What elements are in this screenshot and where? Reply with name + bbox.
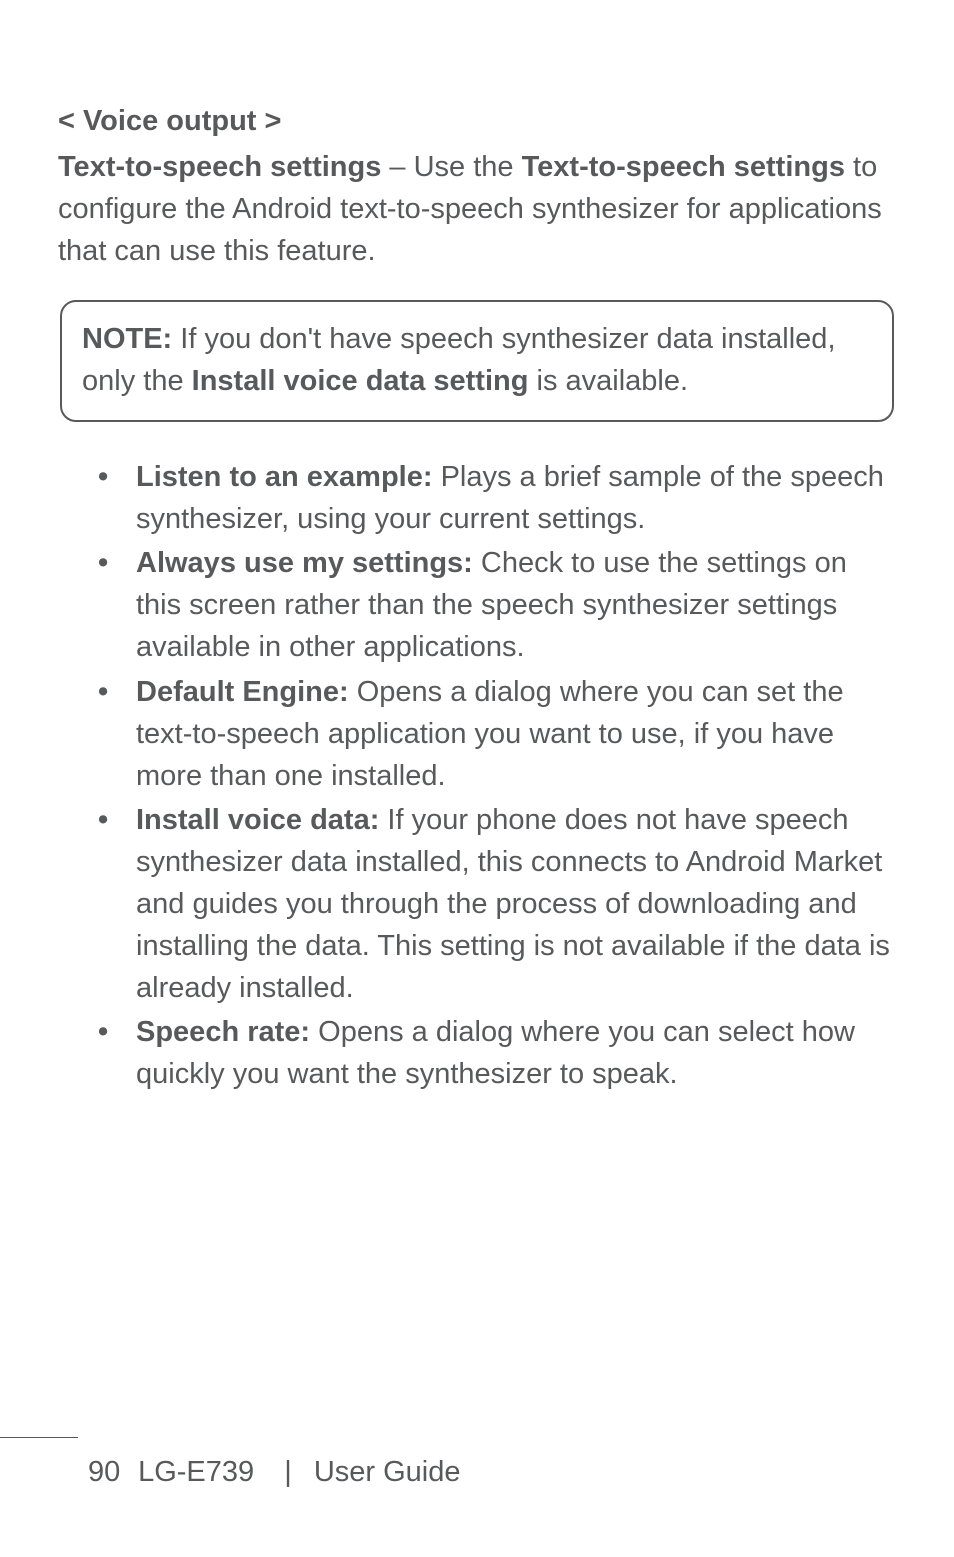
tts-settings-label-2: Text-to-speech settings	[522, 151, 845, 183]
footer-guide: User Guide	[314, 1456, 461, 1488]
footer-rule	[0, 1437, 78, 1439]
item-label: Install voice data:	[136, 804, 379, 836]
page-content: < Voice output > Text-to-speech settings…	[58, 100, 896, 1095]
list-item: Always use my settings: Check to use the…	[136, 542, 892, 668]
footer-separator: |	[262, 1451, 306, 1493]
item-label: Always use my settings:	[136, 547, 473, 579]
list-item: Listen to an example: Plays a brief samp…	[136, 456, 892, 540]
item-label: Listen to an example:	[136, 461, 433, 493]
note-bold: Install voice data setting	[192, 365, 529, 397]
tts-settings-label-1: Text-to-speech settings	[58, 151, 381, 183]
item-label: Speech rate:	[136, 1016, 310, 1048]
item-label: Default Engine:	[136, 676, 349, 708]
page-footer: 90 LG-E739 | User Guide	[0, 1451, 954, 1493]
note-label: NOTE:	[82, 323, 172, 355]
intro-text-1: – Use the	[381, 151, 521, 183]
page-number: 90	[88, 1451, 130, 1493]
note-text-2: is available.	[528, 365, 688, 397]
list-item: Speech rate: Opens a dialog where you ca…	[136, 1011, 892, 1095]
section-heading: < Voice output >	[58, 100, 896, 142]
footer-model: LG-E739	[138, 1456, 254, 1488]
intro-paragraph: Text-to-speech settings – Use the Text-t…	[58, 146, 896, 272]
list-item: Default Engine: Opens a dialog where you…	[136, 671, 892, 797]
note-box: NOTE: If you don't have speech synthesiz…	[60, 300, 894, 422]
settings-list: Listen to an example: Plays a brief samp…	[58, 456, 896, 1095]
list-item: Install voice data: If your phone does n…	[136, 799, 892, 1009]
